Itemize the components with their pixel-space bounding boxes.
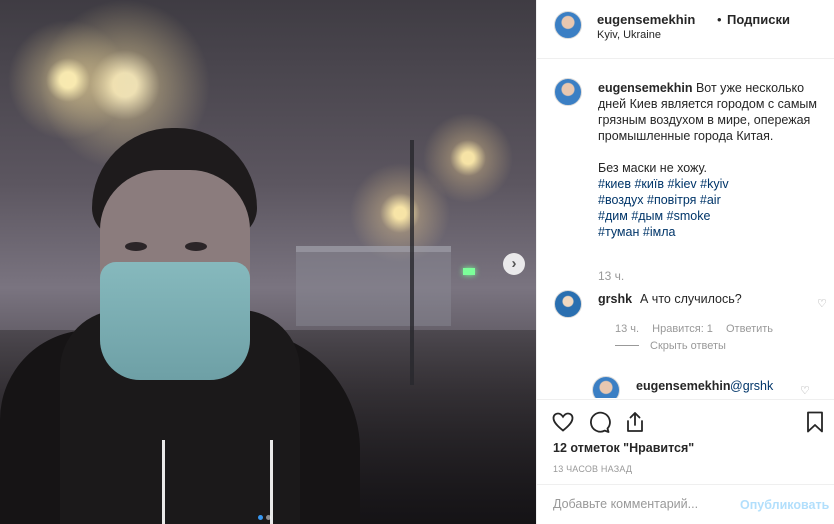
comment-likes[interactable]: Нравится: 1 (652, 323, 713, 335)
hashtag[interactable]: #smoke (667, 209, 711, 223)
action-bar: 12 отметок "Нравится" 13 ЧАСОВ НАЗАД (537, 399, 834, 484)
hashtags: #киев #київ #kiev #kyiv #воздух #повітря… (598, 176, 818, 240)
reply-author[interactable]: eugensemekhin (636, 379, 730, 393)
hashtag[interactable]: #kyiv (700, 177, 728, 191)
likes-count[interactable]: 12 отметок "Нравится" (553, 441, 694, 455)
comment-author[interactable]: grshk (598, 292, 632, 306)
reply-mention[interactable]: @grshk (730, 379, 773, 393)
post-side-panel: eugensemekhin • Подписки Kyiv, Ukraine e… (536, 0, 834, 524)
comment-text: А что случилось? (640, 292, 742, 306)
avatar[interactable] (554, 11, 582, 39)
hashtag[interactable]: #воздух (598, 193, 644, 207)
post-photo[interactable] (0, 0, 536, 524)
hashtag[interactable]: #kiev (668, 177, 697, 191)
post-header: eugensemekhin • Подписки Kyiv, Ukraine (537, 0, 834, 59)
comment-input[interactable] (553, 497, 733, 511)
comments-section[interactable]: eugensemekhin Вот уже несколько дней Кие… (537, 60, 834, 398)
avatar[interactable] (592, 376, 620, 398)
hashtag[interactable]: #київ (634, 177, 664, 191)
hashtag[interactable]: #туман (598, 225, 639, 239)
hashtag[interactable]: #повітря (647, 193, 696, 207)
hashtag[interactable]: #дым (631, 209, 663, 223)
hide-replies-button[interactable]: Скрыть ответы (650, 340, 726, 352)
add-comment-bar: Опубликовать (537, 484, 834, 524)
share-icon[interactable] (623, 410, 647, 434)
heart-icon[interactable]: ♡ (817, 298, 829, 310)
carousel-dot (258, 515, 263, 520)
comment-time[interactable]: 13 ч. (615, 323, 639, 335)
location-link[interactable]: Kyiv, Ukraine (597, 29, 661, 41)
heart-icon[interactable] (551, 410, 575, 434)
avatar[interactable] (554, 290, 582, 318)
follow-button[interactable]: Подписки (727, 12, 790, 27)
divider (615, 345, 639, 346)
publish-button[interactable]: Опубликовать (740, 498, 829, 512)
bookmark-icon[interactable] (803, 410, 827, 434)
carousel-dots (258, 515, 271, 520)
post-date[interactable]: 13 ЧАСОВ НАЗАД (553, 464, 632, 474)
comment-meta: 13 ч. Нравится: 1 Ответить (615, 323, 783, 335)
avatar[interactable] (554, 78, 582, 106)
heart-icon[interactable]: ♡ (800, 385, 812, 397)
carousel-dot (266, 515, 271, 520)
reply-button[interactable]: Ответить (726, 323, 773, 335)
chevron-right-icon[interactable]: › (503, 253, 525, 275)
comment-icon[interactable] (587, 410, 611, 434)
hashtag[interactable]: #киев (598, 177, 631, 191)
caption-text: eugensemekhin Вот уже несколько дней Кие… (598, 80, 818, 240)
hashtag[interactable]: #дим (598, 209, 628, 223)
caption-author[interactable]: eugensemekhin (598, 81, 692, 95)
caption-body-2: Без маски не хожу. (598, 161, 708, 175)
separator: • (717, 12, 722, 27)
author-username[interactable]: eugensemekhin (597, 12, 695, 27)
hashtag[interactable]: #імла (643, 225, 676, 239)
caption-time[interactable]: 13 ч. (598, 269, 624, 283)
hashtag[interactable]: #air (700, 193, 721, 207)
